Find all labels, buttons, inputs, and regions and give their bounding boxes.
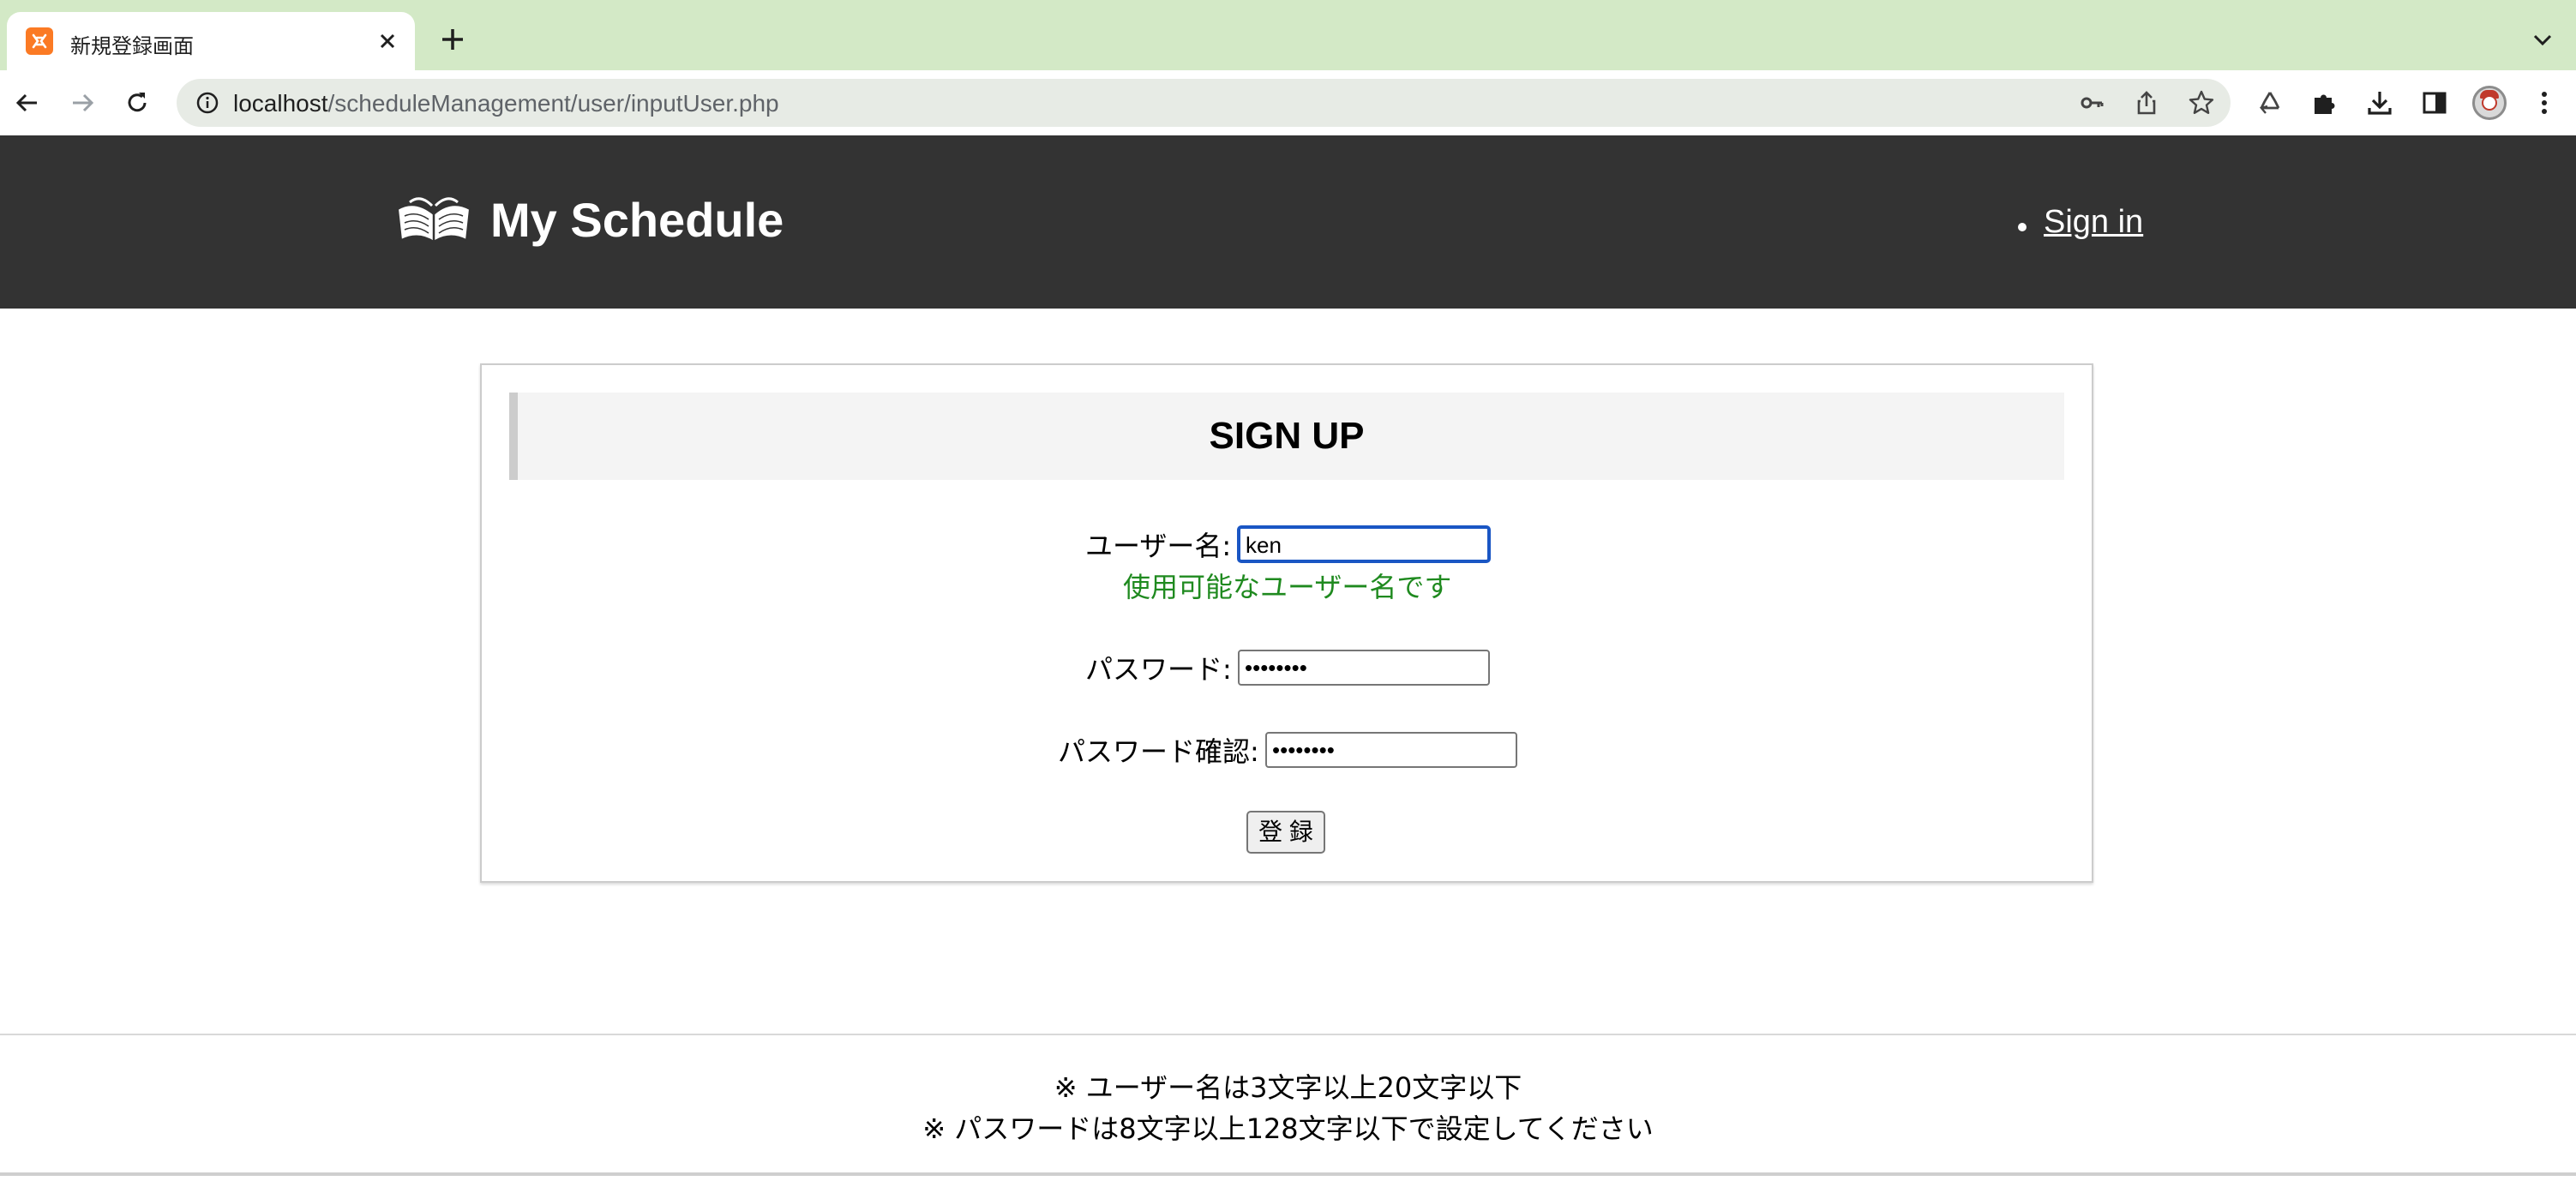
back-arrow-icon[interactable] [10, 86, 45, 120]
profile-avatar[interactable] [2472, 86, 2507, 120]
url-path: /scheduleManagement/user/inputUser.php [327, 90, 779, 117]
footer-note-password: ※ パスワードは8文字以上128文字以下で設定してください [922, 1112, 1654, 1145]
footer-divider [0, 1034, 2576, 1035]
browser-toolbar: localhost/scheduleManagement/user/inputU… [0, 70, 2576, 135]
url-host: localhost [233, 90, 328, 117]
password-confirm-label: パスワード確認: [1058, 735, 1259, 768]
site-title[interactable]: My Schedule [490, 192, 784, 248]
tab-title: 新規登録画面 [70, 34, 194, 58]
signin-link[interactable]: Sign in [2044, 204, 2143, 241]
tab-search-chevron-icon[interactable] [2529, 26, 2556, 53]
avatar-face [2482, 95, 2497, 111]
forward-arrow-icon[interactable] [65, 86, 99, 120]
bottom-divider [0, 1172, 2576, 1176]
browser-tabstrip: 新規登録画面 [0, 0, 2576, 70]
browser-menu-icon[interactable] [2529, 87, 2560, 118]
username-availability-status: 使用可能なユーザー名です [1123, 571, 1452, 603]
browser-tab[interactable]: 新規登録画面 [7, 12, 415, 70]
password-input[interactable]: •••••••• [1238, 650, 1490, 686]
share-icon[interactable] [2133, 89, 2160, 117]
site-header: My Schedule Sign in [0, 135, 2576, 309]
download-icon[interactable] [2364, 87, 2395, 118]
recycle-extension-icon[interactable] [2255, 87, 2285, 118]
address-bar[interactable]: localhost/scheduleManagement/user/inputU… [177, 79, 2231, 127]
footer-note-username: ※ ユーザー名は3文字以上20文字以下 [1054, 1071, 1522, 1104]
register-button[interactable]: 登 録 [1246, 811, 1325, 854]
username-input[interactable]: ken [1238, 526, 1490, 562]
new-tab-icon[interactable] [435, 22, 470, 57]
site-info-icon[interactable] [195, 91, 219, 115]
xampp-favicon-icon [26, 27, 53, 55]
nav-bullet [2018, 223, 2027, 231]
signup-card: SIGN UP ユーザー名: ken 使用可能なユーザー名です パスワード: •… [480, 363, 2093, 883]
close-tab-icon[interactable] [374, 27, 401, 55]
password-confirm-input[interactable]: •••••••• [1265, 732, 1517, 768]
password-label: パスワード: [1085, 653, 1232, 686]
reload-icon[interactable] [120, 86, 154, 120]
open-book-icon [394, 190, 473, 247]
username-label: ユーザー名: [1085, 530, 1232, 562]
bookmark-star-icon[interactable] [2188, 89, 2215, 117]
signup-heading-bar: SIGN UP [509, 393, 2064, 480]
side-panel-icon[interactable] [2419, 87, 2450, 118]
extensions-puzzle-icon[interactable] [2309, 87, 2340, 118]
url-text[interactable]: localhost/scheduleManagement/user/inputU… [233, 90, 779, 117]
key-icon[interactable] [2078, 89, 2105, 117]
signup-heading: SIGN UP [1209, 415, 1365, 457]
